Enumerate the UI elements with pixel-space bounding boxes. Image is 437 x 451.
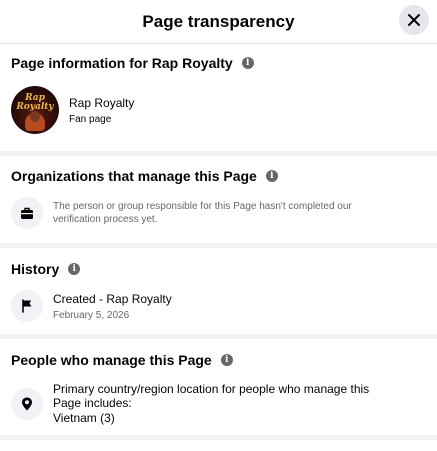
history-section: History i Created - Rap Royalty February… bbox=[0, 248, 437, 334]
info-icon[interactable]: i bbox=[265, 170, 278, 182]
organizations-description: The person or group responsible for this… bbox=[53, 201, 352, 225]
avatar-logo-text: Rap Royalty bbox=[16, 93, 54, 112]
close-button[interactable] bbox=[399, 5, 429, 35]
location-pin-icon bbox=[22, 397, 32, 410]
info-icon[interactable]: i bbox=[241, 57, 254, 69]
close-icon bbox=[408, 14, 420, 26]
history-header: History i bbox=[11, 261, 426, 277]
flag-icon bbox=[22, 299, 32, 313]
organizations-row: The person or group responsible for this… bbox=[11, 197, 426, 229]
managers-text: Primary country/region location for peop… bbox=[53, 382, 393, 425]
dialog-header: Page transparency bbox=[0, 0, 437, 44]
organizations-title: Organizations that manage this Page bbox=[11, 168, 257, 184]
page-info-section: Page information for Rap Royalty i Rap R… bbox=[0, 44, 437, 151]
info-icon[interactable]: i bbox=[220, 354, 233, 366]
managers-title: People who manage this Page bbox=[11, 352, 212, 368]
organizations-section: Organizations that manage this Page i Th… bbox=[0, 156, 437, 243]
managers-row: Primary country/region location for peop… bbox=[11, 382, 426, 425]
info-icon[interactable]: i bbox=[68, 263, 81, 275]
page-info-title: Page information for Rap Royalty bbox=[11, 55, 233, 71]
location-pin-icon-circle bbox=[11, 387, 43, 420]
page-avatar[interactable]: Rap Royalty bbox=[11, 86, 59, 134]
managers-location: Vietnam (3) bbox=[53, 411, 115, 425]
page-info-header: Page information for Rap Royalty i bbox=[11, 55, 426, 71]
page-category: Fan page bbox=[69, 113, 112, 125]
page-profile-text: Rap Royalty Fan page bbox=[69, 96, 134, 125]
page-name[interactable]: Rap Royalty bbox=[69, 96, 134, 110]
page-transparency-dialog: Page transparency Page information for R… bbox=[0, 0, 437, 451]
page-profile-row: Rap Royalty Rap Royalty Fan page bbox=[11, 86, 426, 134]
dialog-title: Page transparency bbox=[142, 11, 295, 31]
section-divider bbox=[0, 435, 437, 440]
managers-section: People who manage this Page i Primary co… bbox=[0, 339, 437, 435]
briefcase-icon-circle bbox=[11, 197, 43, 229]
flag-icon-circle bbox=[11, 290, 43, 322]
organizations-header: Organizations that manage this Page i bbox=[11, 168, 426, 184]
briefcase-icon bbox=[21, 207, 33, 219]
history-date: February 5, 2026 bbox=[53, 309, 130, 321]
history-event: Created - Rap Royalty bbox=[53, 291, 172, 306]
history-row: Created - Rap Royalty February 5, 2026 bbox=[11, 290, 426, 322]
avatar-face bbox=[30, 111, 40, 122]
history-text: Created - Rap Royalty February 5, 2026 bbox=[53, 292, 172, 321]
managers-description: Primary country/region location for peop… bbox=[53, 382, 370, 410]
history-title: History bbox=[11, 261, 60, 277]
managers-header: People who manage this Page i bbox=[11, 352, 426, 368]
